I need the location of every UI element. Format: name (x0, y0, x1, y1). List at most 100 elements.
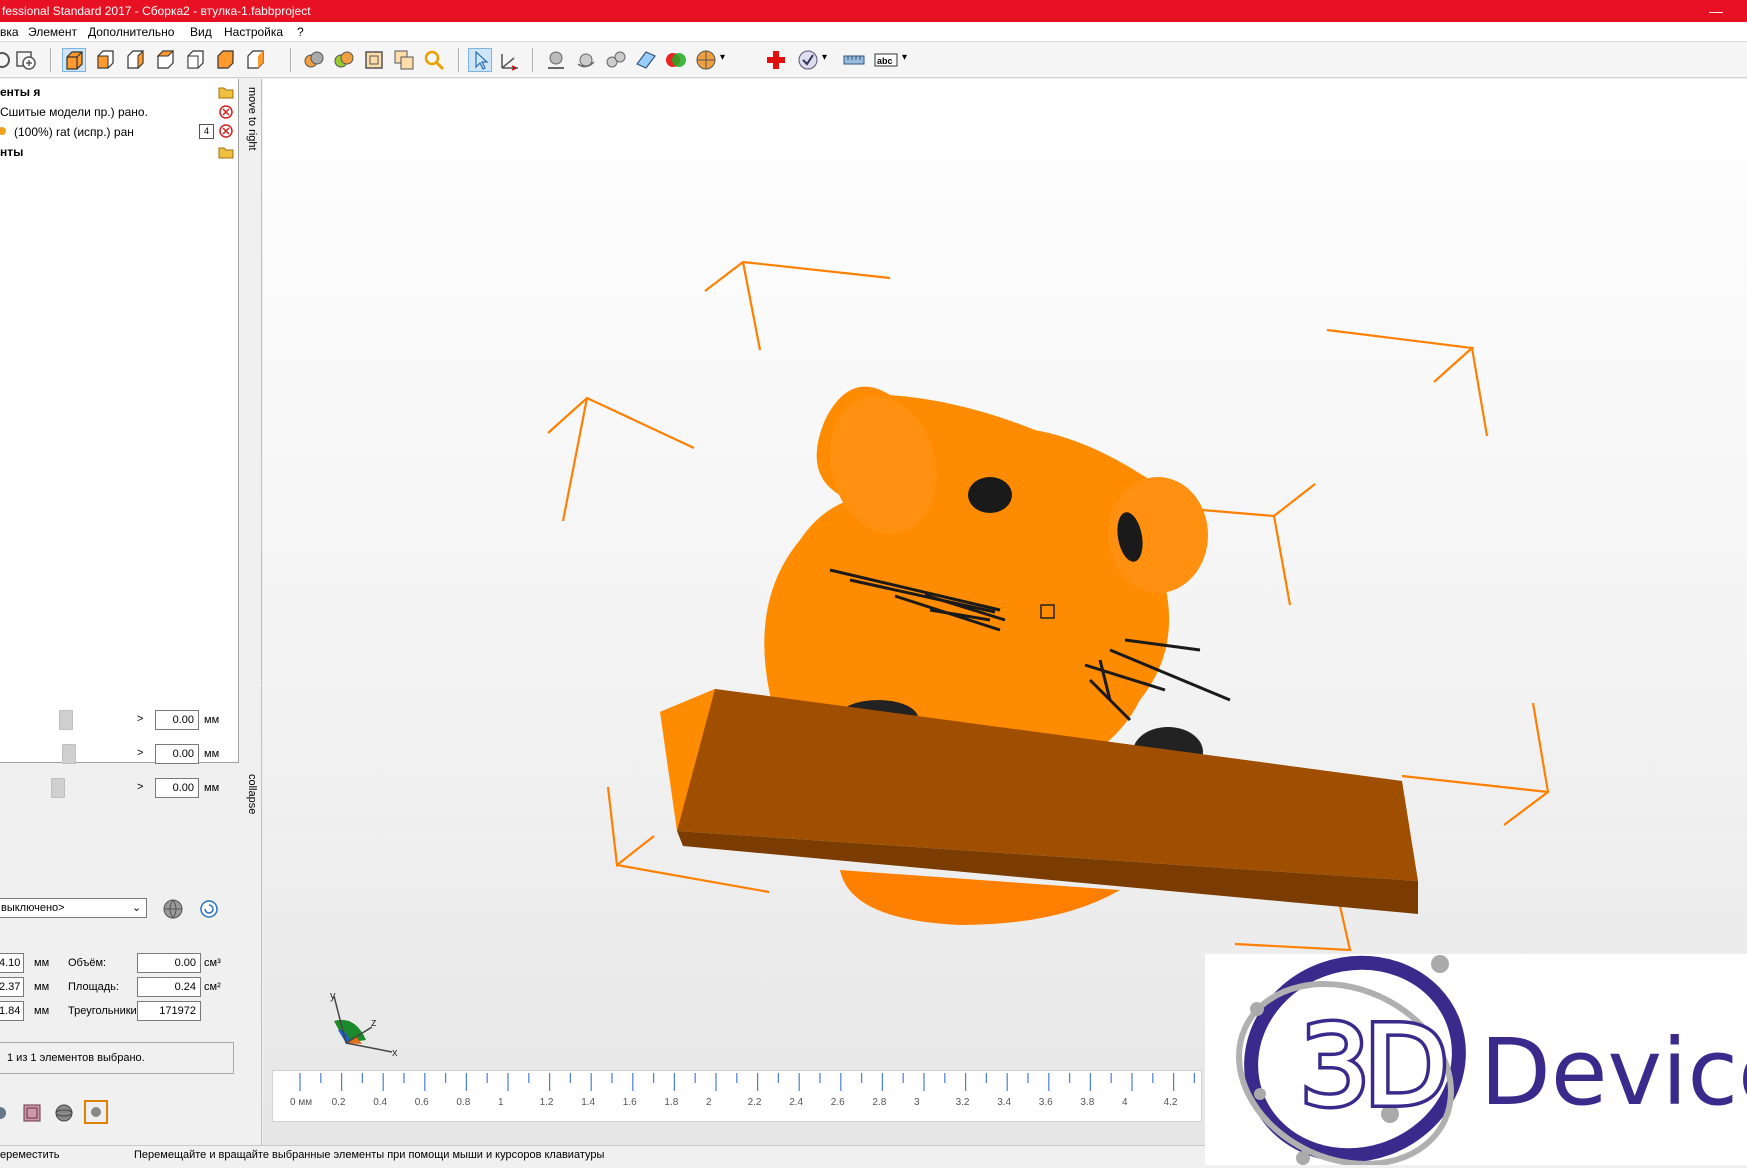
analysis-icon[interactable] (694, 48, 718, 72)
remove-icon[interactable] (219, 105, 233, 123)
chevron-down-icon: ⌄ (132, 902, 142, 914)
x-increment-arrow[interactable]: > (137, 713, 143, 725)
size-y-unit: мм (34, 981, 50, 993)
menu-item-edit[interactable]: вка (0, 25, 19, 39)
move-rotate-icon[interactable] (498, 48, 522, 72)
tree-group-header: енты я (0, 85, 41, 99)
size-z-value: 1.84 (0, 1001, 24, 1021)
text-dropdown-arrow[interactable]: ▾ (902, 52, 907, 63)
x-slider-handle[interactable] (59, 710, 73, 730)
collapse-label: collapse (246, 774, 258, 815)
ruler-tick-label: 3 (914, 1097, 920, 1108)
move-to-right-tab[interactable]: move to right (240, 79, 262, 685)
tree-item-stitched[interactable]: Сшитые модели пр.) рано. (0, 105, 148, 123)
zoom-icon[interactable] (422, 48, 446, 72)
part-visibility-icon[interactable] (0, 124, 10, 142)
shaded-icon[interactable] (332, 48, 356, 72)
undo-icon[interactable] (0, 48, 14, 72)
y-offset-input[interactable]: 0.00 (155, 744, 199, 764)
z-slider-handle[interactable] (51, 778, 65, 798)
ruler-tick-label: 2.4 (789, 1097, 804, 1108)
z-increment-arrow[interactable]: > (137, 781, 143, 793)
area-value: 0.24 (137, 977, 201, 997)
select-cursor-icon[interactable] (468, 48, 492, 72)
repair-cross-icon[interactable] (764, 48, 788, 72)
selection-status-text: 1 из 1 элементов выбрано. (7, 1052, 145, 1064)
render-mode-icon[interactable] (84, 1100, 108, 1124)
svg-text:3D: 3D (1300, 1002, 1443, 1130)
parts-tree: енты я Сшитые модели пр.) рано. (100%) r… (0, 79, 239, 763)
collapse-tab[interactable]: collapse (240, 686, 262, 1145)
globe-icon[interactable] (161, 897, 185, 924)
view-back-icon[interactable] (124, 48, 148, 72)
menu-item-element[interactable]: Элемент (28, 25, 77, 39)
axis-gizmo (333, 995, 393, 1053)
ruler-tick-label: 2 (706, 1097, 712, 1108)
toolbar: ▾ ▾ abc ▾ (0, 42, 1747, 78)
folder-open-icon-2[interactable] (218, 145, 234, 163)
tree-group-header-2: нты (0, 145, 24, 159)
triangles-value: 171972 (137, 1001, 201, 1021)
part-color-icon[interactable] (0, 1103, 10, 1126)
ruler-tick-label: 0.6 (414, 1097, 429, 1108)
multiview-icon[interactable] (392, 48, 416, 72)
measure-ruler-icon[interactable] (842, 48, 866, 72)
drop-to-floor-icon[interactable] (544, 48, 568, 72)
analysis-dropdown-arrow[interactable]: ▾ (720, 52, 725, 63)
logo-device-text: Device (1480, 1019, 1747, 1126)
sphere-icon[interactable] (52, 1101, 76, 1128)
menu-item-view[interactable]: Вид (190, 25, 212, 39)
mode-select[interactable]: выключено> ⌄ (0, 898, 147, 918)
tree-item-rat[interactable]: (100%) rat (испр.) ран (14, 125, 134, 143)
size-x-value: 4.10 (0, 953, 24, 973)
status-hint: Перемещайте и вращайте выбранные элемент… (134, 1149, 605, 1161)
x-offset-input[interactable]: 0.00 (155, 710, 199, 730)
check-icon[interactable] (796, 48, 820, 72)
z-offset-input[interactable]: 0.00 (155, 778, 199, 798)
boolean-icon[interactable] (664, 48, 688, 72)
remove-part-icon[interactable] (219, 124, 233, 142)
volume-value: 0.00 (137, 953, 201, 973)
triangles-label: Треугольники (68, 1005, 137, 1017)
ruler-tick-label: 3.2 (955, 1097, 970, 1108)
ruler-tick-label: 1.4 (581, 1097, 596, 1108)
ruler-tick-label: 0.2 (331, 1097, 346, 1108)
menu-item-additional[interactable]: Дополнительно (88, 25, 174, 39)
reset-icon[interactable] (199, 899, 219, 922)
part-count-box[interactable]: 4 (199, 124, 214, 139)
menu-bar: вка Элемент Дополнительно Вид Настройка … (0, 22, 1747, 42)
folder-open-icon[interactable] (218, 85, 234, 103)
menu-item-help[interactable]: ? (297, 25, 304, 39)
size-x-unit: мм (34, 957, 50, 969)
view-front-icon[interactable] (94, 48, 118, 72)
text-label-icon[interactable]: abc (874, 48, 898, 72)
mode-select-value: выключено> (1, 902, 65, 914)
y-increment-arrow[interactable]: > (137, 747, 143, 759)
minimize-button[interactable]: — (1709, 0, 1723, 22)
check-dropdown-arrow[interactable]: ▾ (822, 52, 827, 63)
view-bottom-icon[interactable] (244, 48, 268, 72)
ruler-tick-label: 0 мм (290, 1097, 313, 1108)
rotate-part-icon[interactable] (574, 48, 598, 72)
cube-wire-icon[interactable] (20, 1101, 44, 1128)
view-top-icon[interactable] (214, 48, 238, 72)
multiply-icon[interactable] (604, 48, 628, 72)
view-iso-icon[interactable] (62, 48, 86, 72)
area-label: Площадь: (68, 981, 119, 993)
spheres-icon[interactable] (302, 48, 326, 72)
menu-item-settings[interactable]: Настройка (224, 25, 283, 39)
wireframe-icon[interactable] (362, 48, 386, 72)
view-left-icon[interactable] (154, 48, 178, 72)
add-part-icon[interactable] (14, 48, 38, 72)
status-mode: ереместить (0, 1149, 60, 1161)
view-right-icon[interactable] (184, 48, 208, 72)
svg-text:abc: abc (877, 56, 893, 66)
cut-plane-icon[interactable] (634, 48, 658, 72)
ruler-tick-label: 1.2 (539, 1097, 554, 1108)
size-y-value: 2.37 (0, 977, 24, 997)
selection-status: 1 из 1 элементов выбрано. (0, 1042, 234, 1074)
3d-device-logo: 3D 3D Device (1205, 954, 1747, 1167)
y-slider-handle[interactable] (62, 744, 76, 764)
logo-graphic: 3D 3D Device (1236, 955, 1747, 1167)
left-panel: енты я Сшитые модели пр.) рано. (100%) r… (0, 79, 239, 1145)
